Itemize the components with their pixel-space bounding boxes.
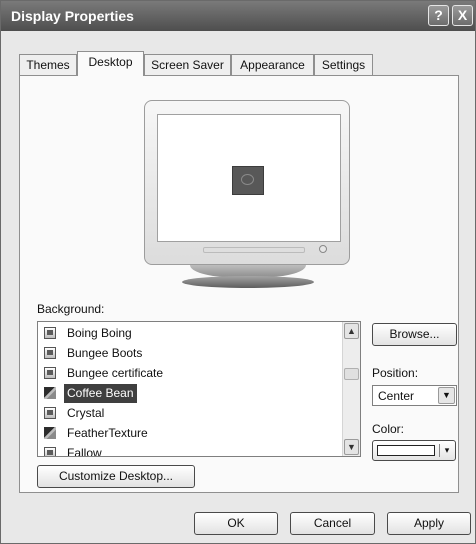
tab-appearance[interactable]: Appearance	[231, 54, 314, 75]
wallpaper-image-icon	[44, 427, 56, 439]
chevron-down-icon[interactable]: ▼	[438, 387, 455, 404]
customize-desktop-button[interactable]: Customize Desktop...	[37, 465, 195, 488]
image-file-icon	[44, 367, 56, 379]
window-title: Display Properties	[11, 8, 134, 24]
scroll-thumb[interactable]	[344, 368, 359, 380]
image-file-icon	[44, 327, 56, 339]
color-picker-button[interactable]: ▾	[372, 440, 456, 461]
help-button[interactable]: ?	[428, 5, 449, 26]
preview-screen	[157, 114, 341, 242]
position-select[interactable]: Center ▼	[372, 385, 457, 406]
image-file-icon	[44, 407, 56, 419]
scroll-down-button[interactable]: ▼	[344, 439, 359, 455]
title-bar[interactable]: Display Properties ? X	[1, 1, 475, 31]
cancel-button[interactable]: Cancel	[290, 512, 375, 535]
chevron-down-icon: ▾	[444, 445, 450, 455]
display-properties-window: Display Properties ? X Themes Desktop Sc…	[0, 0, 476, 544]
color-swatch	[377, 445, 435, 456]
desktop-tab-panel: Background: Boing Boing Bungee Boots Bun…	[19, 75, 459, 493]
image-file-icon	[44, 347, 56, 359]
scroll-up-button[interactable]: ▲	[344, 323, 359, 339]
ok-button[interactable]: OK	[194, 512, 278, 535]
tab-screen-saver[interactable]: Screen Saver	[144, 54, 231, 75]
monitor-slot	[203, 247, 305, 253]
power-led-icon	[319, 245, 327, 253]
position-label: Position:	[372, 366, 419, 380]
background-label: Background:	[37, 302, 105, 316]
vertical-scrollbar[interactable]: ▲ ▼	[342, 322, 360, 456]
monitor-base	[182, 276, 314, 288]
tab-themes[interactable]: Themes	[19, 54, 77, 75]
tab-settings[interactable]: Settings	[314, 54, 373, 75]
close-button[interactable]: X	[452, 5, 473, 26]
wallpaper-preview-image	[232, 166, 264, 195]
wallpaper-image-icon	[44, 387, 56, 399]
color-label: Color:	[372, 422, 405, 436]
position-value: Center	[378, 389, 415, 403]
divider	[439, 444, 440, 457]
background-list[interactable]: Boing Boing Bungee Boots Bungee certific…	[37, 321, 361, 457]
tab-desktop[interactable]: Desktop	[77, 51, 144, 76]
browse-button[interactable]: Browse...	[372, 323, 457, 346]
monitor-preview	[144, 100, 352, 288]
image-file-icon	[44, 447, 56, 456]
monitor-bezel	[144, 100, 350, 265]
apply-button[interactable]: Apply	[387, 512, 471, 535]
